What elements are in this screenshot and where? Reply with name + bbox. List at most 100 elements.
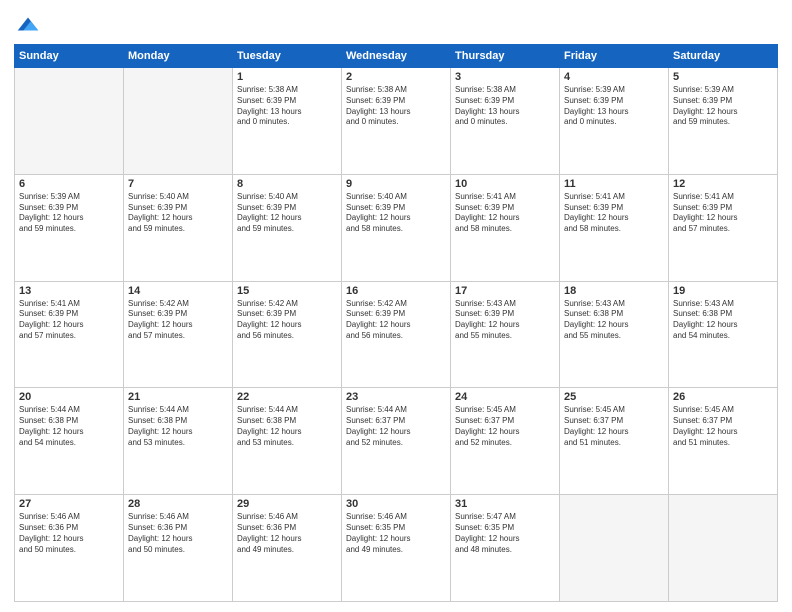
day-number: 12 [673,178,773,190]
day-number: 29 [237,498,337,510]
logo [14,10,46,38]
table-row: 15 Sunrise: 5:42 AM Sunset: 6:39 PM Dayl… [233,281,342,388]
day-number: 21 [128,391,228,403]
table-row: 2 Sunrise: 5:38 AM Sunset: 6:39 PM Dayli… [342,68,451,175]
table-row: 17 Sunrise: 5:43 AM Sunset: 6:39 PM Dayl… [451,281,560,388]
day-info: Sunrise: 5:41 AM Sunset: 6:39 PM Dayligh… [673,192,773,235]
day-info: Sunrise: 5:38 AM Sunset: 6:39 PM Dayligh… [455,85,555,128]
table-row: 29 Sunrise: 5:46 AM Sunset: 6:36 PM Dayl… [233,495,342,602]
day-info: Sunrise: 5:41 AM Sunset: 6:39 PM Dayligh… [19,299,119,342]
table-row: 30 Sunrise: 5:46 AM Sunset: 6:35 PM Dayl… [342,495,451,602]
table-row: 28 Sunrise: 5:46 AM Sunset: 6:36 PM Dayl… [124,495,233,602]
day-number: 6 [19,178,119,190]
col-sunday: Sunday [15,45,124,68]
day-info: Sunrise: 5:40 AM Sunset: 6:39 PM Dayligh… [128,192,228,235]
table-row: 21 Sunrise: 5:44 AM Sunset: 6:38 PM Dayl… [124,388,233,495]
day-number: 11 [564,178,664,190]
table-row: 1 Sunrise: 5:38 AM Sunset: 6:39 PM Dayli… [233,68,342,175]
day-info: Sunrise: 5:43 AM Sunset: 6:38 PM Dayligh… [564,299,664,342]
table-row: 3 Sunrise: 5:38 AM Sunset: 6:39 PM Dayli… [451,68,560,175]
day-info: Sunrise: 5:45 AM Sunset: 6:37 PM Dayligh… [673,405,773,448]
table-row: 5 Sunrise: 5:39 AM Sunset: 6:39 PM Dayli… [669,68,778,175]
day-number: 1 [237,71,337,83]
table-row: 31 Sunrise: 5:47 AM Sunset: 6:35 PM Dayl… [451,495,560,602]
col-monday: Monday [124,45,233,68]
day-number: 26 [673,391,773,403]
table-row: 23 Sunrise: 5:44 AM Sunset: 6:37 PM Dayl… [342,388,451,495]
day-number: 28 [128,498,228,510]
day-number: 3 [455,71,555,83]
day-number: 10 [455,178,555,190]
table-row: 26 Sunrise: 5:45 AM Sunset: 6:37 PM Dayl… [669,388,778,495]
table-row: 10 Sunrise: 5:41 AM Sunset: 6:39 PM Dayl… [451,174,560,281]
day-number: 16 [346,285,446,297]
day-info: Sunrise: 5:39 AM Sunset: 6:39 PM Dayligh… [673,85,773,128]
col-friday: Friday [560,45,669,68]
calendar-week-row: 6 Sunrise: 5:39 AM Sunset: 6:39 PM Dayli… [15,174,778,281]
calendar-week-row: 20 Sunrise: 5:44 AM Sunset: 6:38 PM Dayl… [15,388,778,495]
header [14,10,778,38]
day-number: 5 [673,71,773,83]
table-row: 9 Sunrise: 5:40 AM Sunset: 6:39 PM Dayli… [342,174,451,281]
day-info: Sunrise: 5:44 AM Sunset: 6:38 PM Dayligh… [128,405,228,448]
day-info: Sunrise: 5:44 AM Sunset: 6:38 PM Dayligh… [19,405,119,448]
day-info: Sunrise: 5:41 AM Sunset: 6:39 PM Dayligh… [455,192,555,235]
calendar-week-row: 13 Sunrise: 5:41 AM Sunset: 6:39 PM Dayl… [15,281,778,388]
calendar-header-row: Sunday Monday Tuesday Wednesday Thursday… [15,45,778,68]
day-number: 25 [564,391,664,403]
table-row: 12 Sunrise: 5:41 AM Sunset: 6:39 PM Dayl… [669,174,778,281]
calendar-table: Sunday Monday Tuesday Wednesday Thursday… [14,44,778,602]
col-saturday: Saturday [669,45,778,68]
table-row [124,68,233,175]
day-number: 31 [455,498,555,510]
day-info: Sunrise: 5:42 AM Sunset: 6:39 PM Dayligh… [346,299,446,342]
day-info: Sunrise: 5:46 AM Sunset: 6:36 PM Dayligh… [19,512,119,555]
day-info: Sunrise: 5:45 AM Sunset: 6:37 PM Dayligh… [564,405,664,448]
day-number: 20 [19,391,119,403]
day-info: Sunrise: 5:46 AM Sunset: 6:35 PM Dayligh… [346,512,446,555]
table-row [669,495,778,602]
table-row: 13 Sunrise: 5:41 AM Sunset: 6:39 PM Dayl… [15,281,124,388]
day-number: 7 [128,178,228,190]
day-info: Sunrise: 5:47 AM Sunset: 6:35 PM Dayligh… [455,512,555,555]
day-info: Sunrise: 5:39 AM Sunset: 6:39 PM Dayligh… [19,192,119,235]
table-row: 19 Sunrise: 5:43 AM Sunset: 6:38 PM Dayl… [669,281,778,388]
day-number: 2 [346,71,446,83]
col-tuesday: Tuesday [233,45,342,68]
col-thursday: Thursday [451,45,560,68]
day-info: Sunrise: 5:46 AM Sunset: 6:36 PM Dayligh… [237,512,337,555]
day-number: 13 [19,285,119,297]
table-row: 16 Sunrise: 5:42 AM Sunset: 6:39 PM Dayl… [342,281,451,388]
table-row: 6 Sunrise: 5:39 AM Sunset: 6:39 PM Dayli… [15,174,124,281]
day-info: Sunrise: 5:41 AM Sunset: 6:39 PM Dayligh… [564,192,664,235]
table-row: 20 Sunrise: 5:44 AM Sunset: 6:38 PM Dayl… [15,388,124,495]
day-info: Sunrise: 5:42 AM Sunset: 6:39 PM Dayligh… [237,299,337,342]
day-number: 30 [346,498,446,510]
day-number: 22 [237,391,337,403]
day-number: 15 [237,285,337,297]
day-info: Sunrise: 5:46 AM Sunset: 6:36 PM Dayligh… [128,512,228,555]
day-number: 14 [128,285,228,297]
page: Sunday Monday Tuesday Wednesday Thursday… [0,0,792,612]
table-row [15,68,124,175]
table-row: 27 Sunrise: 5:46 AM Sunset: 6:36 PM Dayl… [15,495,124,602]
day-number: 24 [455,391,555,403]
day-number: 4 [564,71,664,83]
day-info: Sunrise: 5:40 AM Sunset: 6:39 PM Dayligh… [346,192,446,235]
day-info: Sunrise: 5:40 AM Sunset: 6:39 PM Dayligh… [237,192,337,235]
day-info: Sunrise: 5:38 AM Sunset: 6:39 PM Dayligh… [237,85,337,128]
day-info: Sunrise: 5:45 AM Sunset: 6:37 PM Dayligh… [455,405,555,448]
table-row: 8 Sunrise: 5:40 AM Sunset: 6:39 PM Dayli… [233,174,342,281]
col-wednesday: Wednesday [342,45,451,68]
table-row: 18 Sunrise: 5:43 AM Sunset: 6:38 PM Dayl… [560,281,669,388]
table-row: 11 Sunrise: 5:41 AM Sunset: 6:39 PM Dayl… [560,174,669,281]
day-number: 17 [455,285,555,297]
table-row: 4 Sunrise: 5:39 AM Sunset: 6:39 PM Dayli… [560,68,669,175]
table-row [560,495,669,602]
day-number: 18 [564,285,664,297]
day-number: 27 [19,498,119,510]
table-row: 7 Sunrise: 5:40 AM Sunset: 6:39 PM Dayli… [124,174,233,281]
table-row: 14 Sunrise: 5:42 AM Sunset: 6:39 PM Dayl… [124,281,233,388]
calendar-week-row: 27 Sunrise: 5:46 AM Sunset: 6:36 PM Dayl… [15,495,778,602]
day-number: 8 [237,178,337,190]
